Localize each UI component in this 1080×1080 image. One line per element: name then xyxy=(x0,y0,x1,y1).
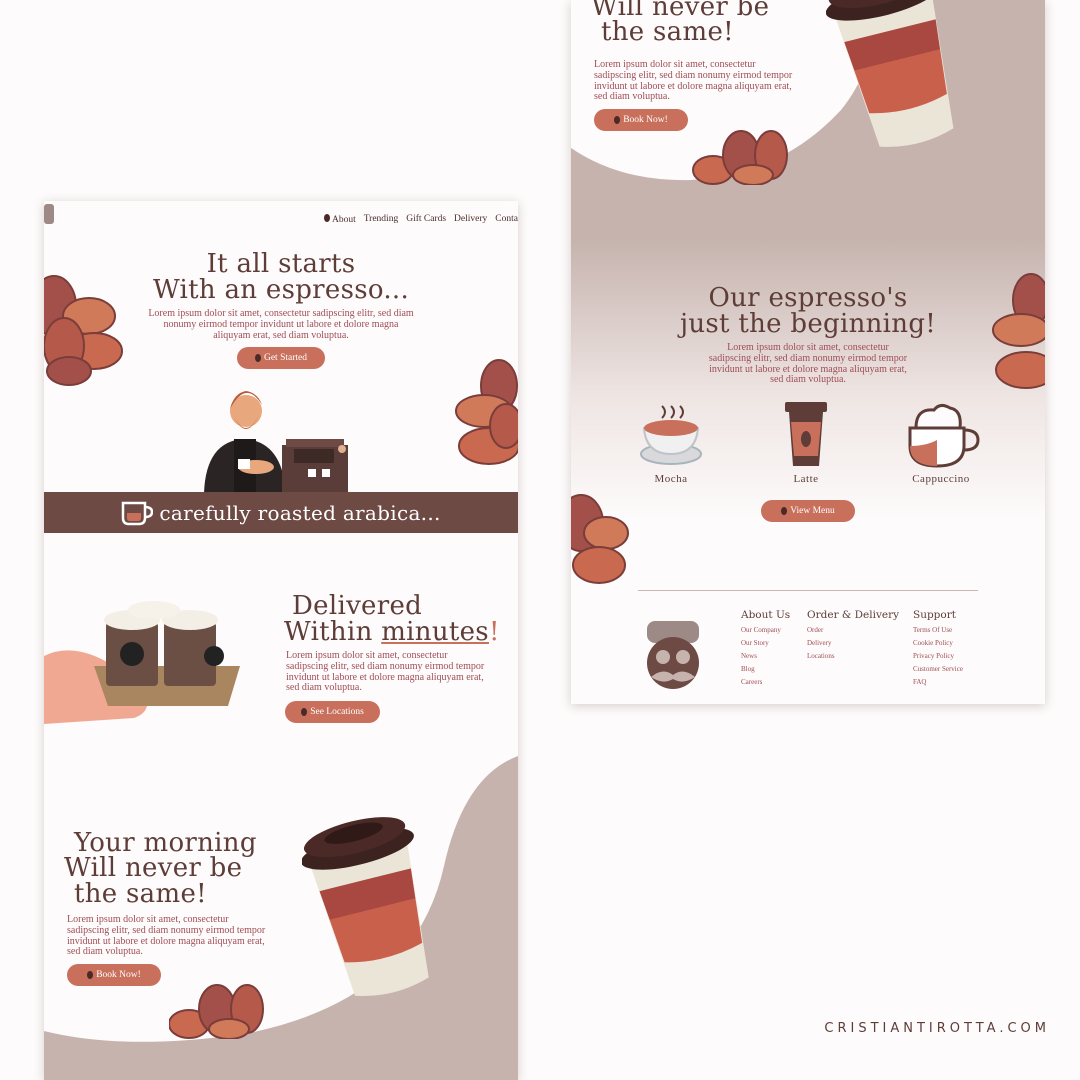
nav-links: About Trending Gift Cards Delivery Conta xyxy=(324,214,518,225)
nav-delivery[interactable]: Delivery xyxy=(454,214,487,225)
right-page-mockup: Will never be the same! Lorem ipsum dolo… xyxy=(571,0,1045,704)
takeaway-cup-illustration xyxy=(302,817,429,997)
brand-logo-icon[interactable] xyxy=(44,204,54,224)
book-now-button[interactable]: Book Now! xyxy=(67,964,161,986)
delivery-title: Delivered Within minutes! xyxy=(284,591,500,647)
footer-heading: Support xyxy=(913,609,956,621)
cappuccino-cup-icon[interactable] xyxy=(906,400,980,468)
footer-link[interactable]: Our Company xyxy=(741,626,790,634)
coffee-beans-icon xyxy=(571,494,629,584)
coffee-bean-icon xyxy=(781,507,788,515)
footer-link[interactable]: Our Story xyxy=(741,639,790,647)
watermark: CRISTIANTIROTTA.COM xyxy=(824,1021,1050,1036)
coffee-bean-icon xyxy=(87,971,94,979)
banner-text: carefully roasted arabica... xyxy=(159,500,441,525)
footer-support: Support Terms Of Use Cookie Policy Priva… xyxy=(913,609,963,691)
takeaway-cup-illustration xyxy=(826,0,954,147)
get-started-button[interactable]: Get Started xyxy=(237,347,325,369)
nav-gift-cards[interactable]: Gift Cards xyxy=(406,214,446,225)
nav-trending[interactable]: Trending xyxy=(364,214,399,225)
footer-link[interactable]: Cookie Policy xyxy=(913,639,963,647)
latte-cup-icon[interactable] xyxy=(783,400,829,468)
footer-link[interactable]: News xyxy=(741,652,790,660)
coffee-beans-icon xyxy=(455,359,518,465)
coffee-beans-icon xyxy=(169,984,264,1039)
menu-description: Lorem ipsum dolor sit amet, consectetur … xyxy=(708,342,908,386)
footer-link[interactable]: Terms Of Use xyxy=(913,626,963,634)
footer-link[interactable]: Customer Service xyxy=(913,665,963,673)
footer-link[interactable]: Privacy Policy xyxy=(913,652,963,660)
coffee-bean-icon xyxy=(301,708,308,716)
cappuccino-label[interactable]: Cappuccino xyxy=(891,473,991,485)
latte-label[interactable]: Latte xyxy=(756,473,856,485)
footer-link[interactable]: Order xyxy=(807,626,899,634)
morning-title-continued: Will never be the same! xyxy=(591,0,770,48)
top-nav: About Trending Gift Cards Delivery Conta xyxy=(44,201,518,237)
minutes-highlight: minutes xyxy=(381,617,489,647)
footer-link[interactable]: Careers xyxy=(741,678,790,686)
coffee-bean-icon xyxy=(324,214,331,222)
roasted-banner: carefully roasted arabica... xyxy=(44,492,518,533)
footer-about: About Us Our Company Our Story News Blog… xyxy=(741,609,790,691)
hero-description: Lorem ipsum dolor sit amet, consectetur … xyxy=(148,308,414,341)
footer-order-delivery: Order & Delivery Order Delivery Location… xyxy=(807,609,899,665)
barista-illustration xyxy=(204,391,348,493)
coffee-beans-icon xyxy=(692,130,788,185)
barista-mascot-logo-icon[interactable] xyxy=(643,615,705,691)
menu-title: Our espresso's just the beginning! xyxy=(679,283,937,339)
coffee-bean-icon xyxy=(254,354,261,362)
view-menu-button[interactable]: View Menu xyxy=(761,500,855,522)
morning-title: Your morning Will never be the same! xyxy=(64,828,257,909)
coffee-bean-icon xyxy=(614,116,621,124)
mocha-label[interactable]: Mocha xyxy=(621,473,721,485)
footer-link[interactable]: Delivery xyxy=(807,639,899,647)
book-now-button[interactable]: Book Now! xyxy=(594,109,688,131)
footer-link[interactable]: Blog xyxy=(741,665,790,673)
coffee-carrier-illustration xyxy=(44,601,240,724)
footer-link[interactable]: FAQ xyxy=(913,678,963,686)
see-locations-button[interactable]: See Locations xyxy=(285,701,380,723)
nav-contact[interactable]: Conta xyxy=(495,214,518,225)
morning-description: Lorem ipsum dolor sit amet, consectetur … xyxy=(594,59,793,103)
left-page-mockup: About Trending Gift Cards Delivery Conta… xyxy=(44,201,518,1080)
delivery-description: Lorem ipsum dolor sit amet, consectetur … xyxy=(286,650,485,694)
footer-heading: Order & Delivery xyxy=(807,609,900,621)
nav-about[interactable]: About xyxy=(324,214,356,225)
footer-divider xyxy=(638,590,978,591)
mocha-cup-icon[interactable] xyxy=(638,402,704,466)
footer-heading: About Us xyxy=(741,609,791,621)
hero-title: It all starts With an espresso... xyxy=(152,249,410,305)
coffee-cup-icon xyxy=(122,501,154,525)
footer-link[interactable]: Locations xyxy=(807,652,899,660)
morning-description: Lorem ipsum dolor sit amet, consectetur … xyxy=(67,914,266,958)
